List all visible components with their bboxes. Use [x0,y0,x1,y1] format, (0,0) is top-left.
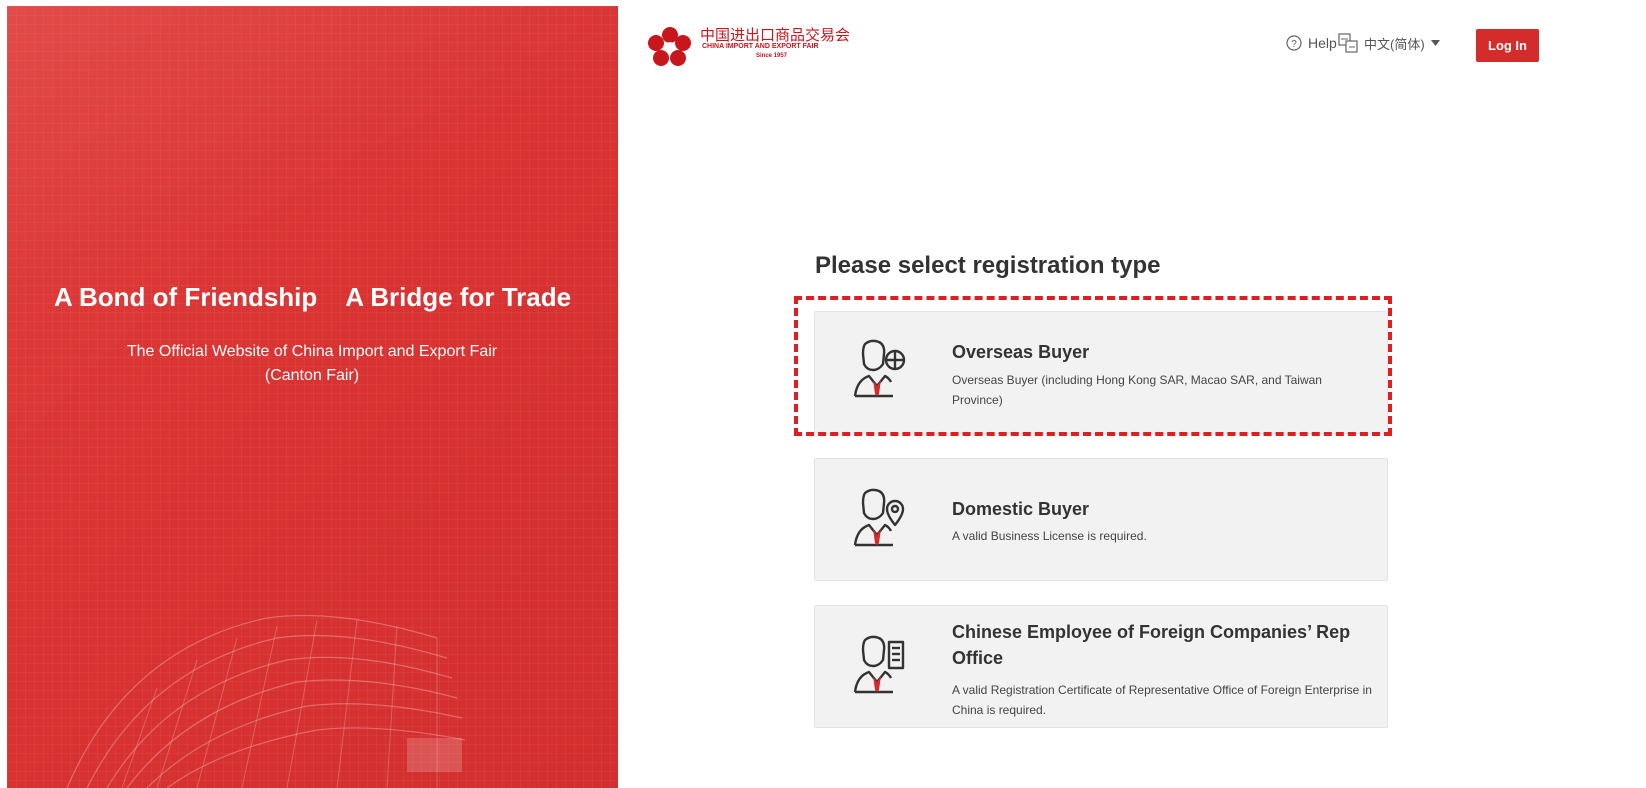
svg-text:?: ? [1291,39,1297,50]
option-title: Overseas Buyer [952,342,1090,362]
question-circle-icon: ? [1286,35,1302,51]
canton-fair-logo[interactable]: 中国进出口商品交易会 CHINA IMPORT AND EXPORT FAIR … [648,24,878,74]
hero-light-overlay [7,6,618,306]
option-description: Overseas Buyer (including Hong Kong SAR,… [952,373,1322,407]
globe-person-icon [853,339,906,398]
logo-since-text: Since 1957 [756,53,788,59]
flower-logo-icon [648,27,691,66]
option-title: Chinese Employee of Foreign Companies’ R… [952,622,1351,668]
logo-english-text: CHINA IMPORT AND EXPORT FAIR [702,43,819,50]
option-description: A valid Registration Certificate of Repr… [952,683,1372,717]
language-icon [1338,33,1358,53]
hero-title: A Bond of Friendship A Bridge for Trade [53,282,572,312]
foreign-rep-office-option[interactable]: Chinese Employee of Foreign Companies’ R… [814,605,1388,728]
domestic-buyer-option[interactable]: Domestic Buyer A valid Business License … [814,458,1388,581]
login-button[interactable]: Log In [1476,29,1539,62]
help-label: Help [1308,35,1337,51]
hero-subtitle: The Official Website of China Import and… [126,343,498,384]
logo-chinese-text: 中国进出口商品交易会 [700,26,851,44]
option-title: Domestic Buyer [952,499,1090,519]
language-selector[interactable]: 中文(简体) [1338,33,1440,53]
language-label: 中文(简体) [1364,36,1425,52]
page-title: Please select registration type [815,252,1161,279]
option-description: A valid Business License is required. [952,529,1147,543]
hero-banner: A Bond of Friendship A Bridge for Trade … [7,6,618,788]
document-person-icon [853,635,905,694]
help-link[interactable]: ? Help [1286,35,1337,51]
location-person-icon [853,488,905,547]
overseas-buyer-option[interactable]: Overseas Buyer Overseas Buyer (including… [814,311,1388,434]
caret-down-icon [1430,40,1440,46]
exhibition-building-image [66,614,466,788]
